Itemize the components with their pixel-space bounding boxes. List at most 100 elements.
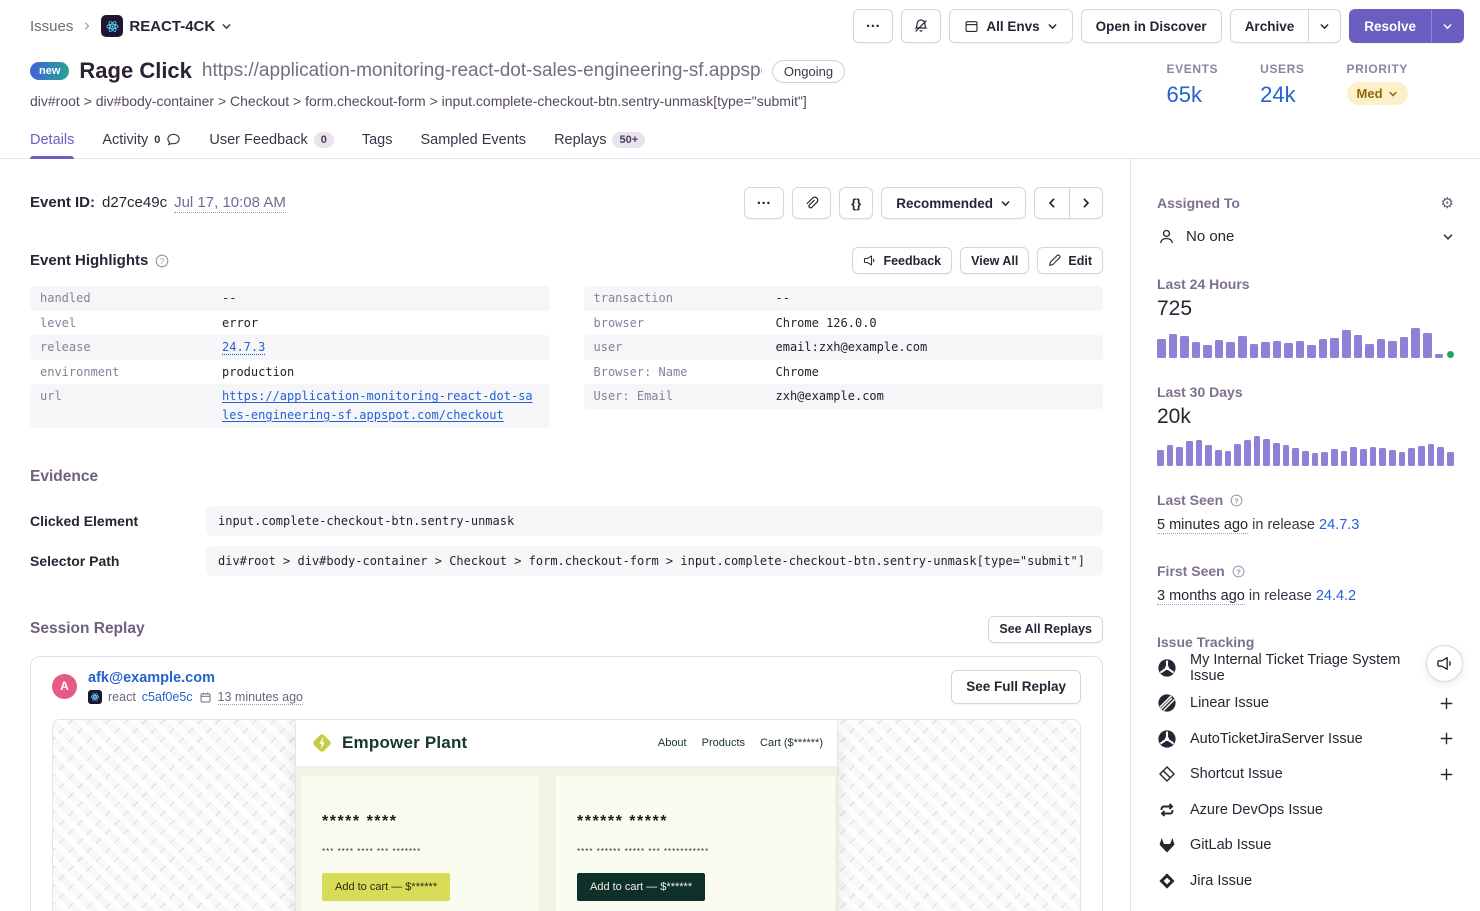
help-icon[interactable]: ? [1232, 565, 1245, 578]
chart-bar [1365, 344, 1374, 358]
highlight-row: environmentproduction [30, 360, 550, 385]
highlight-key: environment [40, 363, 222, 382]
last-seen-release-link[interactable]: 24.7.3 [1319, 517, 1359, 533]
tab-tags[interactable]: Tags [362, 121, 393, 158]
chart-bar [1379, 448, 1386, 466]
tab-label: Sampled Events [420, 132, 526, 148]
assignee-value: No one [1186, 228, 1234, 245]
megaphone-icon [863, 254, 876, 267]
archive-button[interactable]: Archive [1230, 9, 1310, 43]
add-issue-button[interactable] [1439, 731, 1454, 746]
first-seen-time[interactable]: 3 months ago [1157, 588, 1245, 605]
mute-notifications-button[interactable] [901, 9, 941, 43]
chevron-right-icon [82, 21, 92, 31]
edit-button[interactable]: Edit [1037, 247, 1103, 274]
event-selector-dropdown[interactable]: Recommended [881, 187, 1026, 219]
resolve-dropdown-button[interactable] [1431, 9, 1464, 43]
event-timestamp[interactable]: Jul 17, 10:08 AM [174, 194, 286, 213]
chevron-left-icon [1046, 197, 1058, 209]
live-indicator-dot [1447, 351, 1454, 358]
archive-dropdown-button[interactable] [1309, 9, 1341, 43]
previous-event-button[interactable] [1034, 187, 1070, 219]
feedback-button[interactable]: Feedback [852, 247, 952, 274]
tab-label: Activity [102, 132, 148, 148]
stat-priority: PRIORITYMed [1347, 62, 1408, 109]
empower-plant-logo-icon [310, 731, 334, 755]
replay-nav-about: About [658, 737, 687, 749]
tab-user-feedback[interactable]: User Feedback0 [209, 121, 333, 158]
replay-time-ago[interactable]: 13 minutes ago [218, 690, 303, 705]
stat-label: EVENTS [1167, 62, 1219, 76]
replay-site-nav: AboutProductsCart ($******) [658, 737, 823, 749]
highlight-value[interactable]: https://application-monitoring-react-dot… [222, 387, 540, 424]
highlight-row: urlhttps://application-monitoring-react-… [30, 384, 550, 427]
chart-bar [1215, 340, 1224, 358]
breadcrumb-project[interactable]: REACT-4CK [101, 15, 232, 37]
chart-bar [1360, 449, 1367, 466]
highlights-table-right: transaction--browserChrome 126.0.0userem… [584, 286, 1104, 409]
issue-stats: EVENTS65kUSERS24kPRIORITYMed [1167, 58, 1450, 109]
attachments-button[interactable] [792, 187, 831, 219]
see-all-replays-button[interactable]: See All Replays [988, 616, 1103, 643]
tab-activity[interactable]: Activity0 [102, 121, 181, 158]
chart-bar [1399, 452, 1406, 466]
json-button[interactable]: {} [839, 187, 873, 219]
event-id-value: d27ce49c [102, 194, 167, 211]
last-30d-title: Last 30 Days [1157, 384, 1454, 400]
help-icon[interactable]: ? [1230, 494, 1243, 507]
jira-icon [1157, 871, 1177, 891]
stat-value-link[interactable]: 24k [1260, 82, 1304, 108]
highlight-value[interactable]: 24.7.3 [222, 338, 540, 357]
replay-preview[interactable]: Empower Plant AboutProductsCart ($******… [52, 719, 1081, 911]
tab-sampled-events[interactable]: Sampled Events [420, 121, 526, 158]
feedback-fab-button[interactable] [1426, 645, 1463, 682]
help-icon[interactable]: ? [155, 254, 169, 268]
last-seen-mid: in release [1252, 517, 1315, 533]
replay-user-email[interactable]: afk@example.com [88, 670, 303, 686]
evidence-row-clicked-element: Clicked Elementinput.complete-checkout-b… [30, 506, 1103, 536]
replay-id-link[interactable]: c5af0e5c [142, 690, 193, 704]
highlights-table-left: handled--levelerrorrelease24.7.3environm… [30, 286, 550, 428]
ongoing-badge: Ongoing [772, 60, 845, 83]
issue-tracking-label: AutoTicketJiraServer Issue [1190, 731, 1426, 747]
gear-icon[interactable]: ⚙ [1441, 196, 1454, 211]
environment-selector[interactable]: All Envs [949, 9, 1072, 43]
resolve-button[interactable]: Resolve [1349, 9, 1431, 43]
chart-bar [1226, 342, 1235, 358]
add-issue-button[interactable] [1439, 696, 1454, 711]
next-event-button[interactable] [1070, 187, 1103, 219]
event-more-button[interactable]: … [744, 187, 784, 219]
replay-nav-cart: Cart ($******) [760, 737, 823, 749]
tab-label: User Feedback [209, 132, 307, 148]
chart-bar [1341, 451, 1348, 466]
breadcrumb-issues[interactable]: Issues [30, 18, 73, 35]
last-seen-time[interactable]: 5 minutes ago [1157, 517, 1248, 534]
new-badge: new [30, 62, 69, 80]
evidence-label: Clicked Element [30, 513, 206, 529]
issue-header: new Rage Click https://application-monit… [0, 52, 1480, 109]
evidence-value: input.complete-checkout-btn.sentry-unmas… [206, 506, 1103, 536]
priority-badge[interactable]: Med [1347, 82, 1408, 105]
issue-tracking-item-azure-devops-issue: Azure DevOps Issue [1157, 792, 1454, 828]
svg-text:?: ? [160, 257, 165, 266]
evidence-row-selector-path: Selector Pathdiv#root > div#body-contain… [30, 546, 1103, 576]
tab-details[interactable]: Details [30, 121, 74, 158]
assignee-selector[interactable]: No one [1157, 227, 1454, 246]
tab-replays[interactable]: Replays50+ [554, 121, 645, 158]
chart-bar [1283, 445, 1290, 466]
highlight-key: level [40, 314, 222, 333]
chart-bar [1244, 440, 1251, 466]
view-all-button[interactable]: View All [960, 247, 1029, 274]
more-actions-button[interactable]: … [853, 9, 893, 43]
issue-tracking-label: Linear Issue [1190, 695, 1426, 711]
add-issue-button[interactable] [1439, 767, 1454, 782]
jira-server-icon [1157, 658, 1177, 678]
see-full-replay-button[interactable]: See Full Replay [951, 670, 1081, 704]
chart-bar [1330, 338, 1339, 358]
open-in-discover-button[interactable]: Open in Discover [1081, 9, 1222, 43]
first-seen-release-link[interactable]: 24.4.2 [1316, 588, 1356, 604]
chart-bar [1180, 336, 1189, 358]
tab-label: Tags [362, 132, 393, 148]
highlight-row: useremail:zxh@example.com [584, 335, 1104, 360]
stat-value-link[interactable]: 65k [1167, 82, 1219, 108]
